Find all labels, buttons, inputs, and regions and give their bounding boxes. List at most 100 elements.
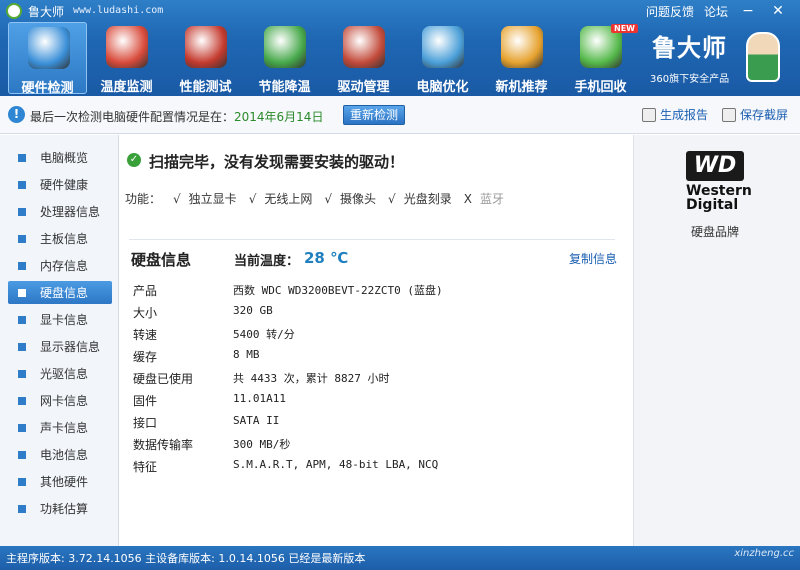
tool-thermometer[interactable]: 温度监测	[87, 22, 166, 95]
bullet-icon	[18, 153, 26, 162]
info-key: 转速	[133, 328, 158, 342]
tool-driver-box[interactable]: 驱动管理	[324, 22, 403, 95]
sidebar-item[interactable]: 主板信息	[8, 227, 112, 250]
check-mark-icon: √	[324, 192, 333, 206]
feature-label: 摄像头	[340, 192, 377, 206]
bullet-icon	[18, 315, 26, 324]
feature-item: √ 无线上网	[249, 190, 313, 207]
sidebar-item[interactable]: 显示器信息	[8, 335, 112, 358]
info-row: 硬盘已使用 共 4433 次，累计 8827 小时	[133, 367, 613, 389]
sidebar-item[interactable]: 电池信息	[8, 443, 112, 466]
wd-logo-text-1: Western	[686, 183, 752, 199]
bullet-icon	[18, 423, 26, 432]
info-key: 数据传输率	[133, 438, 194, 452]
printer-icon	[642, 107, 656, 122]
tool-hardware-check[interactable]: 硬件检测	[8, 22, 87, 96]
feature-item: X 蓝牙	[464, 190, 504, 207]
tool-phone-recycle[interactable]: 手机回收 NEW	[561, 22, 640, 95]
tool-ribbon-award[interactable]: 新机推荐	[482, 22, 561, 95]
sidebar-item[interactable]: 声卡信息	[8, 416, 112, 439]
wd-logo-text-2: Digital	[686, 197, 739, 213]
disk-brand-caption: 硬盘品牌	[691, 225, 740, 239]
sidebar-item[interactable]: 光驱信息	[8, 362, 112, 385]
sidebar-item-label: 硬盘信息	[40, 286, 89, 300]
generate-report-button[interactable]: 生成报告	[642, 106, 708, 123]
main-panel: ✓ 扫描完毕，没有发现需要安装的驱动！ 功能： √ 独立显卡 √ 无线上网 √ 摄像头 √ 光…	[119, 135, 633, 546]
info-row: 转速 5400 转/分	[133, 323, 613, 345]
tool-label: 电脑优化	[416, 80, 469, 95]
sidebar-item[interactable]: 硬盘信息	[8, 281, 112, 304]
tool-label: 驱动管理	[337, 80, 390, 95]
feature-item: √ 摄像头	[324, 190, 376, 207]
sidebar-item[interactable]: 网卡信息	[8, 389, 112, 412]
sidebar-item[interactable]: 显卡信息	[8, 308, 112, 331]
info-row: 特征 S.M.A.R.T, APM, 48-bit LBA, NCQ	[133, 455, 613, 477]
info-key: 硬盘已使用	[133, 372, 194, 386]
bullet-icon	[18, 234, 26, 243]
info-row: 接口 SATA II	[133, 411, 613, 433]
version-status: 主程序版本: 3.72.14.1056 主设备库版本: 1.0.14.1056 …	[6, 552, 366, 565]
thermometer-icon	[106, 26, 148, 68]
info-value: 11.01A11	[233, 392, 286, 405]
generate-report-label: 生成报告	[660, 108, 709, 122]
info-row: 产品 西数 WDC WD3200BEVT-22ZCT0 (蓝盘)	[133, 279, 613, 301]
monitor-optimize-icon	[422, 26, 464, 68]
features-label: 功能：	[125, 192, 162, 206]
app-site: www.ludashi.com	[73, 5, 164, 16]
tool-monitor-optimize[interactable]: 电脑优化	[403, 22, 482, 95]
forum-link[interactable]: 论坛	[704, 3, 728, 20]
sidebar-item[interactable]: 电脑概览	[8, 146, 112, 169]
bullet-icon	[18, 369, 26, 378]
sidebar-item-label: 硬件健康	[40, 178, 89, 192]
check-mark-icon: √	[173, 192, 181, 206]
info-row: 数据传输率 300 MB/秒	[133, 433, 613, 455]
info-value: S.M.A.R.T, APM, 48-bit LBA, NCQ	[233, 458, 439, 471]
temperature-label: 当前温度：	[234, 254, 300, 269]
tool-speedometer[interactable]: 性能测试	[166, 22, 245, 95]
wd-badge: WD	[686, 151, 744, 181]
divider	[129, 239, 615, 240]
tool-label: 新机推荐	[495, 80, 548, 95]
main-toolbar: 硬件检测 温度监测 性能测试 节能降温 驱动管理 电脑优化 新机推荐 手机回收 NEW	[8, 22, 640, 96]
sidebar-item[interactable]: 功耗估算	[8, 497, 112, 520]
brand-subtitle: 360旗下安全产品	[650, 74, 730, 85]
info-value: 8 MB	[233, 348, 260, 361]
info-value: 300 MB/秒	[233, 438, 291, 451]
sidebar-item-label: 功耗估算	[40, 502, 89, 516]
last-check-date: 2014年6月14日	[234, 110, 324, 124]
tool-clover[interactable]: 节能降温	[245, 22, 324, 95]
save-screenshot-button[interactable]: 保存截屏	[722, 106, 788, 123]
scan-status: 扫描完毕，没有发现需要安装的驱动！	[149, 153, 405, 171]
sidebar-item-label: 声卡信息	[40, 421, 89, 435]
feature-item: √ 独立显卡	[173, 190, 237, 207]
sidebar-item[interactable]: 内存信息	[8, 254, 112, 277]
sidebar-item[interactable]: 处理器信息	[8, 200, 112, 223]
info-value: 5400 转/分	[233, 328, 295, 341]
recheck-button[interactable]: 重新检测	[343, 105, 405, 125]
feature-label: 无线上网	[264, 192, 313, 206]
tool-label: 手机回收	[574, 80, 627, 95]
brand-block: 鲁大师 360旗下安全产品	[650, 28, 780, 92]
last-check-text: 最后一次检测电脑硬件配置情况是在：	[30, 110, 235, 124]
feedback-link[interactable]: 问题反馈	[646, 3, 694, 20]
sidebar-item-label: 其他硬件	[40, 475, 89, 489]
check-mark-icon: √	[388, 192, 396, 206]
brand-name: 鲁大师	[652, 34, 727, 62]
info-icon: !	[8, 106, 25, 123]
sidebar-item[interactable]: 硬件健康	[8, 173, 112, 196]
close-icon[interactable]: ✕	[768, 2, 788, 20]
info-value: 共 4433 次，累计 8827 小时	[233, 372, 390, 385]
sidebar-item-label: 显示器信息	[40, 340, 101, 354]
minimize-icon[interactable]: −	[738, 2, 758, 20]
tool-label: 节能降温	[258, 80, 311, 95]
camera-icon	[722, 107, 736, 122]
sidebar-item[interactable]: 其他硬件	[8, 470, 112, 493]
tool-label: 性能测试	[179, 80, 232, 95]
info-key: 特征	[133, 460, 158, 474]
info-value: SATA II	[233, 414, 280, 427]
copy-info-link[interactable]: 复制信息	[569, 250, 617, 267]
info-key: 产品	[133, 284, 158, 298]
app-logo-icon	[6, 3, 22, 19]
bullet-icon	[18, 342, 26, 351]
new-badge: NEW	[611, 24, 638, 33]
